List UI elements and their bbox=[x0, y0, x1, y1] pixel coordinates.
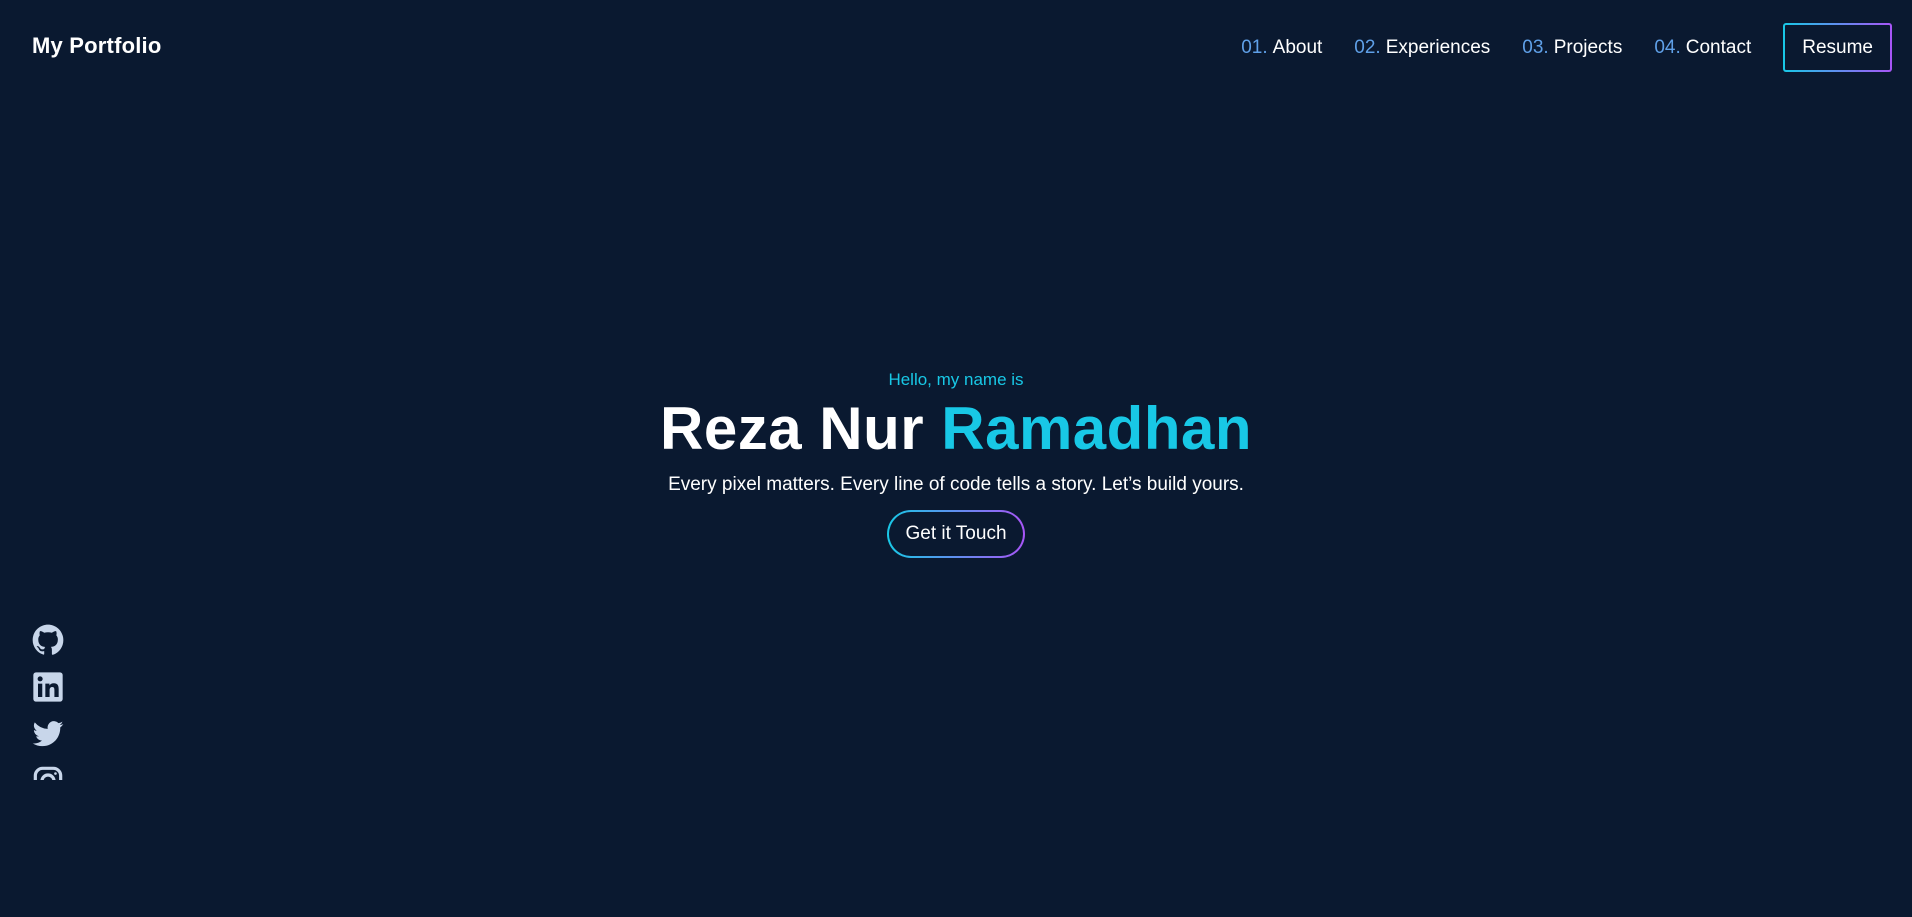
nav-number: 04. bbox=[1654, 36, 1681, 58]
hero-name-accent: Ramadhan bbox=[941, 395, 1252, 462]
main-nav: 01. About 02. Experiences 03. Projects 0… bbox=[1241, 23, 1892, 72]
get-in-touch-button[interactable]: Get it Touch bbox=[887, 510, 1024, 558]
hero-name-first: Reza Nur bbox=[660, 395, 925, 462]
hero-greeting: Hello, my name is bbox=[888, 370, 1024, 389]
nav-label: Experiences bbox=[1385, 36, 1491, 58]
resume-button[interactable]: Resume bbox=[1783, 23, 1892, 72]
nav-item-projects[interactable]: 03. Projects bbox=[1522, 37, 1622, 59]
twitter-link[interactable] bbox=[32, 718, 64, 750]
portfolio-page: My Portfolio 01. About 02. Experiences 0… bbox=[0, 0, 1912, 917]
brand-logo[interactable]: My Portfolio bbox=[32, 33, 162, 59]
linkedin-icon bbox=[33, 672, 63, 702]
hero-section: Hello, my name is Reza Nur Ramadhan Ever… bbox=[0, 370, 1912, 558]
twitter-icon bbox=[32, 721, 64, 747]
nav-number: 03. bbox=[1522, 36, 1549, 58]
hero-tagline: Every pixel matters. Every line of code … bbox=[668, 474, 1244, 495]
nav-label: About bbox=[1272, 36, 1323, 58]
nav-item-about[interactable]: 01. About bbox=[1241, 37, 1322, 59]
hero-name: Reza Nur Ramadhan bbox=[0, 396, 1912, 462]
linkedin-link[interactable] bbox=[32, 671, 64, 703]
nav-item-experiences[interactable]: 02. Experiences bbox=[1354, 37, 1490, 59]
social-links bbox=[32, 624, 66, 780]
nav-number: 02. bbox=[1354, 36, 1381, 58]
nav-label: Contact bbox=[1685, 36, 1752, 58]
github-link[interactable] bbox=[32, 624, 64, 656]
nav-number: 01. bbox=[1241, 36, 1268, 58]
instagram-icon bbox=[33, 766, 63, 780]
github-icon bbox=[32, 624, 64, 655]
instagram-link[interactable] bbox=[32, 765, 64, 780]
nav-label: Projects bbox=[1553, 36, 1623, 58]
nav-item-contact[interactable]: 04. Contact bbox=[1654, 37, 1751, 59]
cta-wrapper: Get it Touch bbox=[0, 510, 1912, 558]
